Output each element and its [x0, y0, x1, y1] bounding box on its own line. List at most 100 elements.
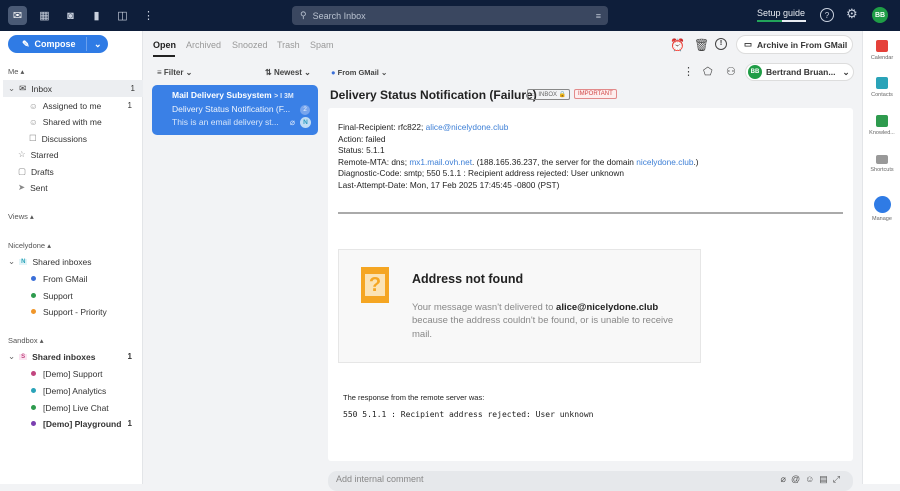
sidebar-item-demo-playground[interactable]: [Demo] Playground 1 [0, 415, 140, 432]
question-icon: ? [361, 267, 389, 303]
star-icon: ☆ [18, 149, 26, 159]
assignee-badge: N [300, 117, 311, 128]
sidebar-item-demo-analytics[interactable]: [Demo] Analytics [0, 382, 140, 399]
search-input[interactable]: ⚲ Search Inbox ≡ [292, 6, 608, 25]
filter-icon[interactable]: ≡ [596, 11, 601, 21]
spam-icon[interactable]: ! [715, 38, 727, 50]
sidebar-group-sandbox-shared[interactable]: ⌄ S Shared inboxes 1 [0, 348, 140, 365]
sidebar-item-inbox[interactable]: ⌄ ✉ Inbox 1 [3, 80, 143, 97]
rail-knowledge[interactable]: Knowled... [863, 115, 900, 136]
inbox-filter[interactable]: ● From GMail ⌄ [331, 68, 387, 77]
email-body: Final-Recipient: rfc822; alice@nicelydon… [328, 108, 853, 461]
knowledge-icon [876, 115, 888, 127]
analytics-icon[interactable]: ▮ [87, 6, 106, 25]
conversation-view: ⏰ 🗑 ! ▭ Archive in From GMail ● From GMai… [325, 31, 862, 491]
rail-manage[interactable]: Manage [863, 196, 900, 222]
rail-contacts[interactable]: Contacts [863, 77, 900, 98]
assignee-dropdown[interactable]: BB Bertrand Bruan... ⌄ [745, 63, 854, 81]
recipient-link[interactable]: alice@nicelydone.club [426, 122, 509, 132]
email-subject: Delivery Status Notification (Failure) [330, 88, 537, 102]
user-avatar[interactable]: BB [872, 7, 888, 23]
notice-text: Your message wasn't delivered to alice@n… [412, 302, 674, 340]
rail-calendar[interactable]: Calendar [863, 40, 900, 61]
divider [338, 212, 843, 214]
edit-icon: ✎ [22, 38, 30, 49]
archive-button[interactable]: ▭ Archive in From GMail [736, 35, 853, 54]
knowledge-icon[interactable]: ◫ [113, 6, 132, 25]
section-sandbox[interactable]: Sandbox ▴ [8, 336, 43, 345]
sidebar-item-demo-support[interactable]: [Demo] Support [0, 365, 140, 382]
notice-box: ? Address not found Your message wasn't … [338, 249, 701, 363]
section-views[interactable]: Views ▴ [8, 212, 34, 221]
setup-guide-link[interactable]: Setup guide [757, 8, 805, 18]
keyboard-icon [876, 155, 888, 164]
section-nicelydone[interactable]: Nicelydone ▴ [8, 241, 51, 250]
sidebar-item-from-gmail[interactable]: From GMail [0, 270, 140, 287]
important-tag[interactable]: IMPORTANT [574, 89, 617, 99]
rail-shortcuts[interactable]: Shortcuts [863, 153, 900, 173]
notice-title: Address not found [412, 272, 524, 286]
response-code: 550 5.1.1 : Recipient address rejected: … [343, 410, 594, 419]
sender: Mail Delivery Subsystem [172, 90, 272, 100]
compose-button[interactable]: ✎ Compose ⌄ [8, 35, 108, 53]
tab-trash[interactable]: Trash [277, 40, 300, 50]
sidebar: ✎ Compose ⌄ Me ▴ ⌄ ✉ Inbox 1 ☺ Assigned to m… [0, 31, 143, 484]
calendar-icon[interactable]: ▦ [35, 6, 54, 25]
chevron-down-icon[interactable]: ⌄ [94, 39, 102, 50]
delivery-report: Final-Recipient: rfc822; alice@nicelydon… [338, 122, 699, 190]
comment-input[interactable]: Add internal comment ⌀@☺▤⤢ [328, 471, 853, 491]
inbox-tag[interactable]: ▭ INBOX 🔒 [527, 89, 571, 100]
preview: This is an email delivery st... [172, 117, 279, 127]
more-icon[interactable]: ⋮ [139, 6, 158, 25]
message-count: 2 [300, 105, 310, 115]
search-icon: ⚲ [300, 10, 307, 20]
mta-link[interactable]: mx1.mail.ovh.net [409, 157, 472, 167]
discussion-icon: ☐ [29, 133, 37, 143]
sidebar-item-support[interactable]: Support [0, 287, 140, 304]
right-rail: Calendar Contacts Knowled... Shortcuts M… [862, 31, 900, 484]
more-options-icon[interactable]: ⋮ [683, 65, 694, 78]
top-bar: ✉ ▦ ◙ ▮ ◫ ⋮ ⚲ Search Inbox ≡ Setup guide… [0, 0, 900, 31]
contacts-icon[interactable]: ◙ [61, 6, 80, 25]
shared-icon: ☺ [29, 116, 38, 127]
assigned-icon: ☺ [29, 100, 38, 111]
draft-icon: ▢ [18, 166, 27, 176]
archive-icon: ▭ [744, 39, 753, 49]
grid-icon [873, 196, 891, 213]
subject: Delivery Status Notification (F... [172, 104, 291, 114]
tag-icon[interactable]: ⬠ [703, 65, 713, 78]
section-me[interactable]: Me ▴ [8, 67, 24, 76]
response-label: The response from the remote server was: [343, 393, 485, 402]
sidebar-item-sent[interactable]: ➤ Sent [0, 179, 140, 196]
sidebar-item-support-priority[interactable]: Support - Priority [0, 303, 140, 320]
sidebar-item-demo-live-chat[interactable]: [Demo] Live Chat [0, 399, 140, 416]
sort-button[interactable]: ⇅ Newest ⌄ [265, 68, 311, 77]
attachment-icon: ⌀ [289, 117, 295, 127]
contacts-icon [876, 77, 888, 89]
calendar-icon [876, 40, 888, 52]
domain-link[interactable]: nicelydone.club [636, 157, 693, 167]
conversation-list: Open Archived Snoozed Trash Spam ≡ Filte… [143, 31, 334, 484]
snooze-icon[interactable]: ⏰ [670, 38, 685, 52]
sidebar-item-discussions[interactable]: ☐ Discussions [0, 130, 140, 147]
search-placeholder: Search Inbox [312, 10, 366, 21]
sidebar-item-assigned[interactable]: ☺ Assigned to me 1 [0, 97, 140, 114]
setup-progress [757, 20, 806, 22]
comment-toolbar-icons: ⌀@☺▤⤢ [780, 474, 845, 484]
tab-archived[interactable]: Archived [186, 40, 221, 50]
assign-user-icon[interactable]: ⚇ [726, 65, 736, 78]
compose-label: Compose [34, 39, 76, 49]
tab-open[interactable]: Open [153, 40, 176, 50]
conversation-item[interactable]: Mail Delivery Subsystem > I 3M Delivery … [152, 85, 318, 135]
filter-button[interactable]: ≡ Filter ⌄ [157, 68, 192, 77]
tab-snoozed[interactable]: Snoozed [232, 40, 268, 50]
settings-icon[interactable]: ⚙ [846, 6, 858, 22]
help-icon[interactable]: ? [820, 8, 834, 22]
sidebar-item-shared[interactable]: ☺ Shared with me [0, 113, 140, 130]
sidebar-group-nicelydone-shared[interactable]: ⌄ N Shared inboxes [0, 253, 140, 270]
trash-icon[interactable]: 🗑 [694, 38, 709, 52]
inbox-icon[interactable]: ✉ [8, 6, 27, 25]
sidebar-item-starred[interactable]: ☆ Starred [0, 146, 140, 163]
sidebar-item-drafts[interactable]: ▢ Drafts [0, 163, 140, 180]
time: 3M [284, 93, 294, 100]
